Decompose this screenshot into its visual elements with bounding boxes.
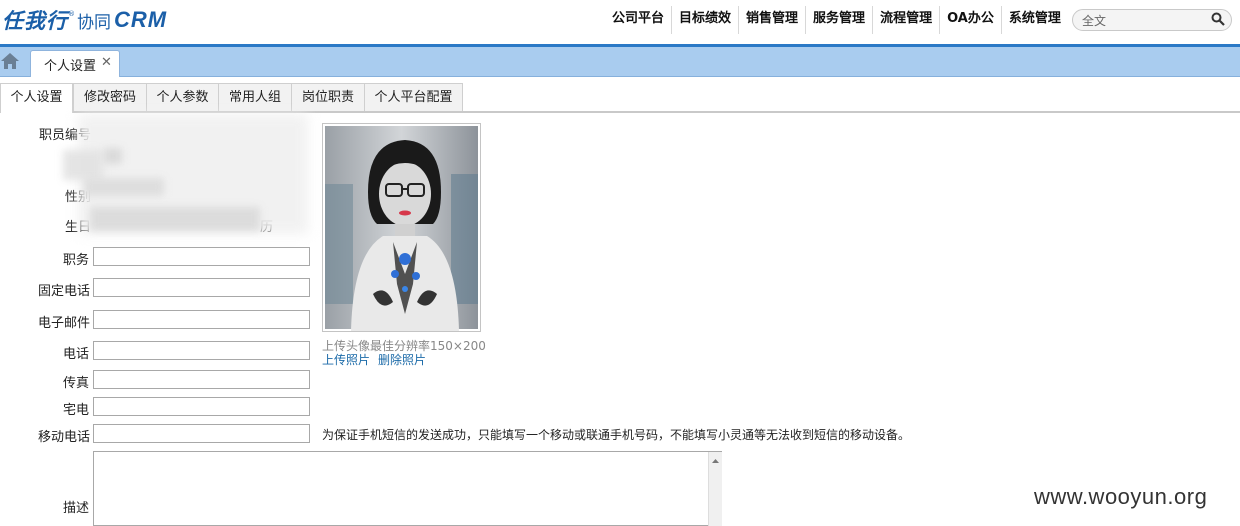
logo[interactable]: 任我行 ® 协同 CRM — [2, 6, 167, 34]
nav-company-platform[interactable]: 公司平台 — [605, 6, 673, 34]
description-scrollbar[interactable] — [708, 452, 722, 526]
description-label: 描述 — [63, 501, 90, 516]
home-icon[interactable] — [0, 50, 20, 72]
logo-registered-mark: ® — [68, 10, 75, 18]
mobile-label: 移动电话 — [38, 430, 91, 445]
position-input[interactable] — [93, 247, 310, 266]
fax-label: 传真 — [63, 376, 90, 391]
app-header: 任我行 ® 协同 CRM 公司平台 目标绩效 销售管理 服务管理 流程管理 OA… — [0, 0, 1240, 44]
mobile-input[interactable] — [93, 424, 310, 443]
nav-process-management[interactable]: 流程管理 — [873, 6, 941, 34]
settings-subtabs: 个人设置 修改密码 个人参数 常用人组 岗位职责 个人平台配置 — [0, 81, 1240, 113]
watermark-text: www.wooyun.org — [1034, 484, 1208, 509]
subtab-personal-platform-config[interactable]: 个人平台配置 — [364, 83, 463, 111]
position-label: 职务 — [63, 253, 90, 268]
redaction-blur — [90, 207, 260, 231]
mobile-note: 为保证手机短信的发送成功，只能填写一个移动或联通手机号码，不能填写小灵通等无法收… — [322, 428, 911, 442]
subtab-job-duties[interactable]: 岗位职责 — [291, 83, 365, 111]
top-nav: 公司平台 目标绩效 销售管理 服务管理 流程管理 OA办公 系统管理 — [605, 6, 1068, 34]
nav-service-management[interactable]: 服务管理 — [806, 6, 874, 34]
subtab-personal-settings[interactable]: 个人设置 — [0, 83, 73, 113]
tab-personal-settings[interactable]: 个人设置 ✕ — [30, 50, 120, 77]
home-phone-label: 宅电 — [63, 403, 90, 418]
phone-input[interactable] — [93, 341, 310, 360]
scroll-up-arrow-icon[interactable] — [709, 455, 722, 467]
description-textarea[interactable] — [93, 451, 722, 526]
logo-main-text: 任我行 — [2, 10, 68, 33]
phone-label: 电话 — [63, 347, 90, 362]
close-icon[interactable]: ✕ — [101, 55, 112, 70]
upload-photo-link[interactable]: 上传照片 — [322, 351, 370, 368]
landline-label: 固定电话 — [38, 284, 91, 299]
fax-input[interactable] — [93, 370, 310, 389]
search-box — [1072, 9, 1232, 31]
search-input[interactable] — [1082, 12, 1202, 28]
nav-goal-performance[interactable]: 目标绩效 — [672, 6, 740, 34]
nav-system-management[interactable]: 系统管理 — [1002, 6, 1068, 34]
tab-label: 个人设置 — [44, 59, 97, 74]
logo-product-text: CRM — [114, 7, 168, 32]
profile-photo-image — [325, 126, 478, 331]
redaction-blur — [104, 148, 122, 164]
email-label: 电子邮件 — [38, 316, 91, 331]
landline-input[interactable] — [93, 278, 310, 297]
nav-oa-office[interactable]: OA办公 — [940, 6, 1002, 34]
search-icon[interactable] — [1211, 12, 1225, 26]
subtab-personal-params[interactable]: 个人参数 — [146, 83, 219, 111]
subtab-common-groups[interactable]: 常用人组 — [218, 83, 292, 111]
subtab-change-password[interactable]: 修改密码 — [73, 83, 147, 111]
logo-sub-text: 协同 — [77, 12, 111, 33]
profile-photo — [322, 123, 481, 332]
email-input[interactable] — [93, 310, 310, 329]
home-phone-input[interactable] — [93, 397, 310, 416]
delete-photo-link[interactable]: 删除照片 — [378, 351, 426, 368]
redaction-blur — [63, 150, 103, 180]
nav-sales-management[interactable]: 销售管理 — [739, 6, 807, 34]
page-tab-strip: 个人设置 ✕ — [0, 47, 1240, 77]
redaction-blur — [84, 178, 164, 196]
